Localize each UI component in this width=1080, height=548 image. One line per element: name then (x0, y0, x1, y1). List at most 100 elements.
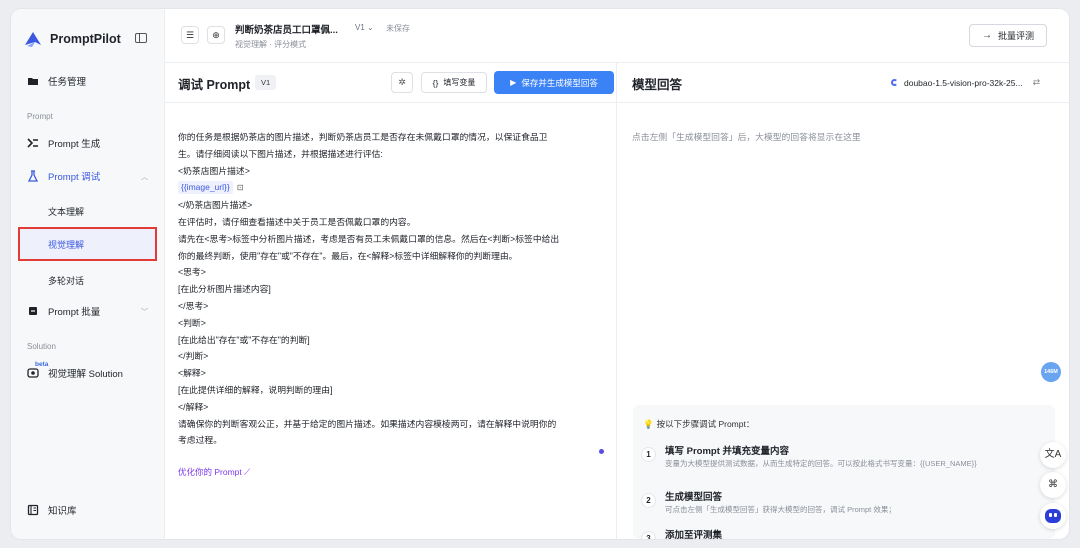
sidebar-item-task-management[interactable]: 任务管理 (11, 69, 165, 93)
document-title[interactable]: 判断奶茶店员工口罩佩... (235, 22, 338, 36)
version-badge: V1 (255, 75, 277, 90)
prompt-line: [在此提供详细的解释，说明判断的理由] (178, 384, 333, 395)
step-number: 2 (641, 493, 656, 508)
sidebar-subitem-multi-turn[interactable]: 多轮对话 (11, 268, 165, 292)
prompt-line: [在此给出"存在"或"不存在"的判断] (178, 334, 310, 345)
batch-evaluate-button[interactable]: → 批量评测 (969, 24, 1047, 47)
batch-evaluate-label: 批量评测 (997, 31, 1034, 41)
optimize-prompt-link[interactable]: 优化你的 Prompt ⟋ (178, 466, 250, 478)
sidebar-subitem-text-understanding[interactable]: 文本理解 (11, 199, 165, 223)
step-number: 3 (641, 531, 656, 539)
sidebar-toggle-icon[interactable] (135, 33, 147, 43)
memory-badge[interactable]: 146M (1041, 362, 1061, 382)
prompt-line: </思考> (178, 300, 209, 311)
prompt-line: 请先在<思考>标签中分析图片描述，考虑是否有员工未佩戴口罩的信息。然后在<判断>… (178, 233, 560, 244)
version-dropdown[interactable]: V1 ⌄ (355, 23, 374, 32)
active-highlight (18, 227, 157, 261)
sidebar-item-label: 知识库 (48, 506, 77, 517)
model-selector[interactable]: doubao-1.5-vision-pro-32k-25... ⇄ (891, 77, 1040, 88)
variable-chip[interactable]: {{image_url}} (178, 181, 233, 195)
step-item: 2 生成模型回答 可点击左侧「生成模型回答」获得大模型的回答，调试 Prompt… (641, 489, 1051, 529)
section-prompt: Prompt (27, 112, 53, 121)
switch-icon[interactable]: ⇄ (1033, 77, 1041, 88)
step-title: 生成模型回答 (665, 492, 723, 503)
prompt-line: </奶茶店图片描述> (178, 200, 253, 211)
flask-icon (27, 170, 39, 182)
sidebar-item-label: Prompt 调试 (48, 172, 101, 183)
app-window: PromptPilot 任务管理 Prompt Prompt 生成 Prompt… (11, 9, 1069, 539)
sidebar-item-prompt-batch[interactable]: Prompt 批量 ﹀ (11, 299, 165, 323)
fill-variables-label: 填写变量 (443, 78, 476, 87)
sidebar-subitem-label: 文本理解 (48, 207, 85, 217)
prompt-line: 请确保你的判断客观公正，并基于给定的图片描述。如果描述内容模棱两可，请在解释中说… (178, 418, 557, 429)
chevron-down-icon: ﹀ (141, 309, 148, 316)
prompt-line: 你的任务是根据奶茶店的图片描述，判断奶茶店员工是否存在未佩戴口罩的情况，以保证食… (178, 132, 548, 142)
model-icon (891, 79, 898, 86)
book-icon (27, 504, 39, 516)
sidebar-item-prompt-debug[interactable]: Prompt 调试 ︿ (11, 164, 165, 188)
step-title: 添加至评测集 (665, 530, 723, 539)
cursor-dot (599, 449, 604, 454)
save-and-generate-button[interactable]: ▶ 保存并生成模型回答 (494, 71, 614, 94)
prompt-line: <奶茶店图片描述> (178, 165, 250, 176)
magic-icon (27, 138, 38, 148)
response-placeholder: 点击左侧「生成模型回答」后，大模型的回答将显示在这里 (632, 132, 861, 142)
sidebar-subitem-label: 视觉理解 (48, 240, 85, 250)
robot-face (1045, 509, 1061, 523)
sidebar-item-knowledge-base[interactable]: 知识库 (11, 498, 165, 522)
magic-wand-icon[interactable]: ✲ (391, 72, 413, 93)
prompt-editor-panel: 调试 Prompt V1 ✲ {} 填写变量 ▶ 保存并生成模型回答 你的任务是… (165, 63, 617, 539)
sidebar-subitem-visual-understanding[interactable]: 视觉理解 (18, 227, 157, 261)
image-icon[interactable]: ⊡ (237, 180, 244, 197)
prompt-line: <思考> (178, 267, 206, 278)
prompt-line: <判断> (178, 317, 206, 328)
step-title: 填写 Prompt 并填充变量内容 (665, 446, 790, 457)
steps-title-text: 按以下步骤调试 Prompt： (656, 419, 755, 429)
play-icon: ▶ (510, 78, 517, 87)
add-icon[interactable]: ⊕ (207, 26, 225, 44)
batch-icon (29, 307, 37, 315)
model-name: doubao-1.5-vision-pro-32k-25... (904, 77, 1023, 88)
apps-grid-icon[interactable]: ⌘ (1040, 472, 1066, 498)
sparkle-icon: ⟋ (244, 467, 251, 477)
arrow-right-icon: → (981, 30, 992, 41)
folder-icon (28, 78, 38, 85)
sidebar-item-prompt-generate[interactable]: Prompt 生成 (11, 131, 165, 155)
prompt-line: </解释> (178, 401, 209, 412)
fill-variables-button[interactable]: {} 填写变量 (421, 72, 487, 93)
sidebar-subitem-label: 多轮对话 (48, 276, 85, 286)
chevron-up-icon: ︿ (141, 174, 148, 181)
prompt-line: 在评估时，请仔细查看描述中关于员工是否佩戴口罩的内容。 (178, 216, 416, 227)
save-and-generate-label: 保存并生成模型回答 (521, 77, 598, 88)
lightbulb-icon: 💡 (643, 419, 654, 429)
promptpilot-logo-icon (25, 32, 41, 47)
response-header: 模型回答 doubao-1.5-vision-pro-32k-25... ⇄ (617, 63, 1069, 103)
prompt-line: 考虑过程。 (178, 435, 222, 446)
prompt-line: [在此分析图片描述内容] (178, 284, 271, 295)
prompt-line: <解释> (178, 368, 206, 379)
optimize-label: 优化你的 Prompt (178, 467, 242, 477)
eye-icon (27, 368, 39, 378)
sidebar: PromptPilot 任务管理 Prompt Prompt 生成 Prompt… (11, 9, 165, 539)
editor-title: 调试 Prompt (178, 78, 251, 92)
menu-icon[interactable]: ☰ (181, 26, 199, 44)
editor-header: 调试 Prompt V1 ✲ {} 填写变量 ▶ 保存并生成模型回答 (165, 63, 617, 103)
sidebar-item-label: 任务管理 (48, 77, 87, 88)
model-response-panel: 模型回答 doubao-1.5-vision-pro-32k-25... ⇄ 点… (617, 63, 1069, 539)
steps-title: 💡 按以下步骤调试 Prompt： (643, 418, 754, 430)
sidebar-item-visual-solution[interactable]: 视觉理解 Solution (11, 361, 165, 385)
prompt-textarea[interactable]: 你的任务是根据奶茶店的图片描述，判断奶茶店员工是否存在未佩戴口罩的情况，以保证食… (178, 129, 606, 449)
prompt-line: 生。请仔细阅读以下图片描述，并根据描述进行评估: (178, 148, 383, 159)
translate-icon[interactable]: 文A (1040, 442, 1066, 468)
section-solution: Solution (27, 342, 56, 351)
brand-name: PromptPilot (50, 32, 121, 46)
step-desc: 可点击左侧「生成模型回答」获得大模型的回答，调试 Prompt 效果； (665, 505, 896, 514)
step-number: 1 (641, 447, 656, 462)
prompt-line-variable: {{image_url}} ⊡ (178, 179, 606, 197)
sidebar-item-label: Prompt 批量 (48, 307, 101, 318)
step-item: 3 添加至评测集 (641, 527, 1051, 539)
document-subtitle: 视觉理解 · 评分模式 (235, 40, 307, 49)
brand[interactable]: PromptPilot (23, 28, 121, 50)
assistant-robot-icon[interactable] (1040, 503, 1066, 529)
sidebar-item-label: 视觉理解 Solution (48, 369, 123, 380)
